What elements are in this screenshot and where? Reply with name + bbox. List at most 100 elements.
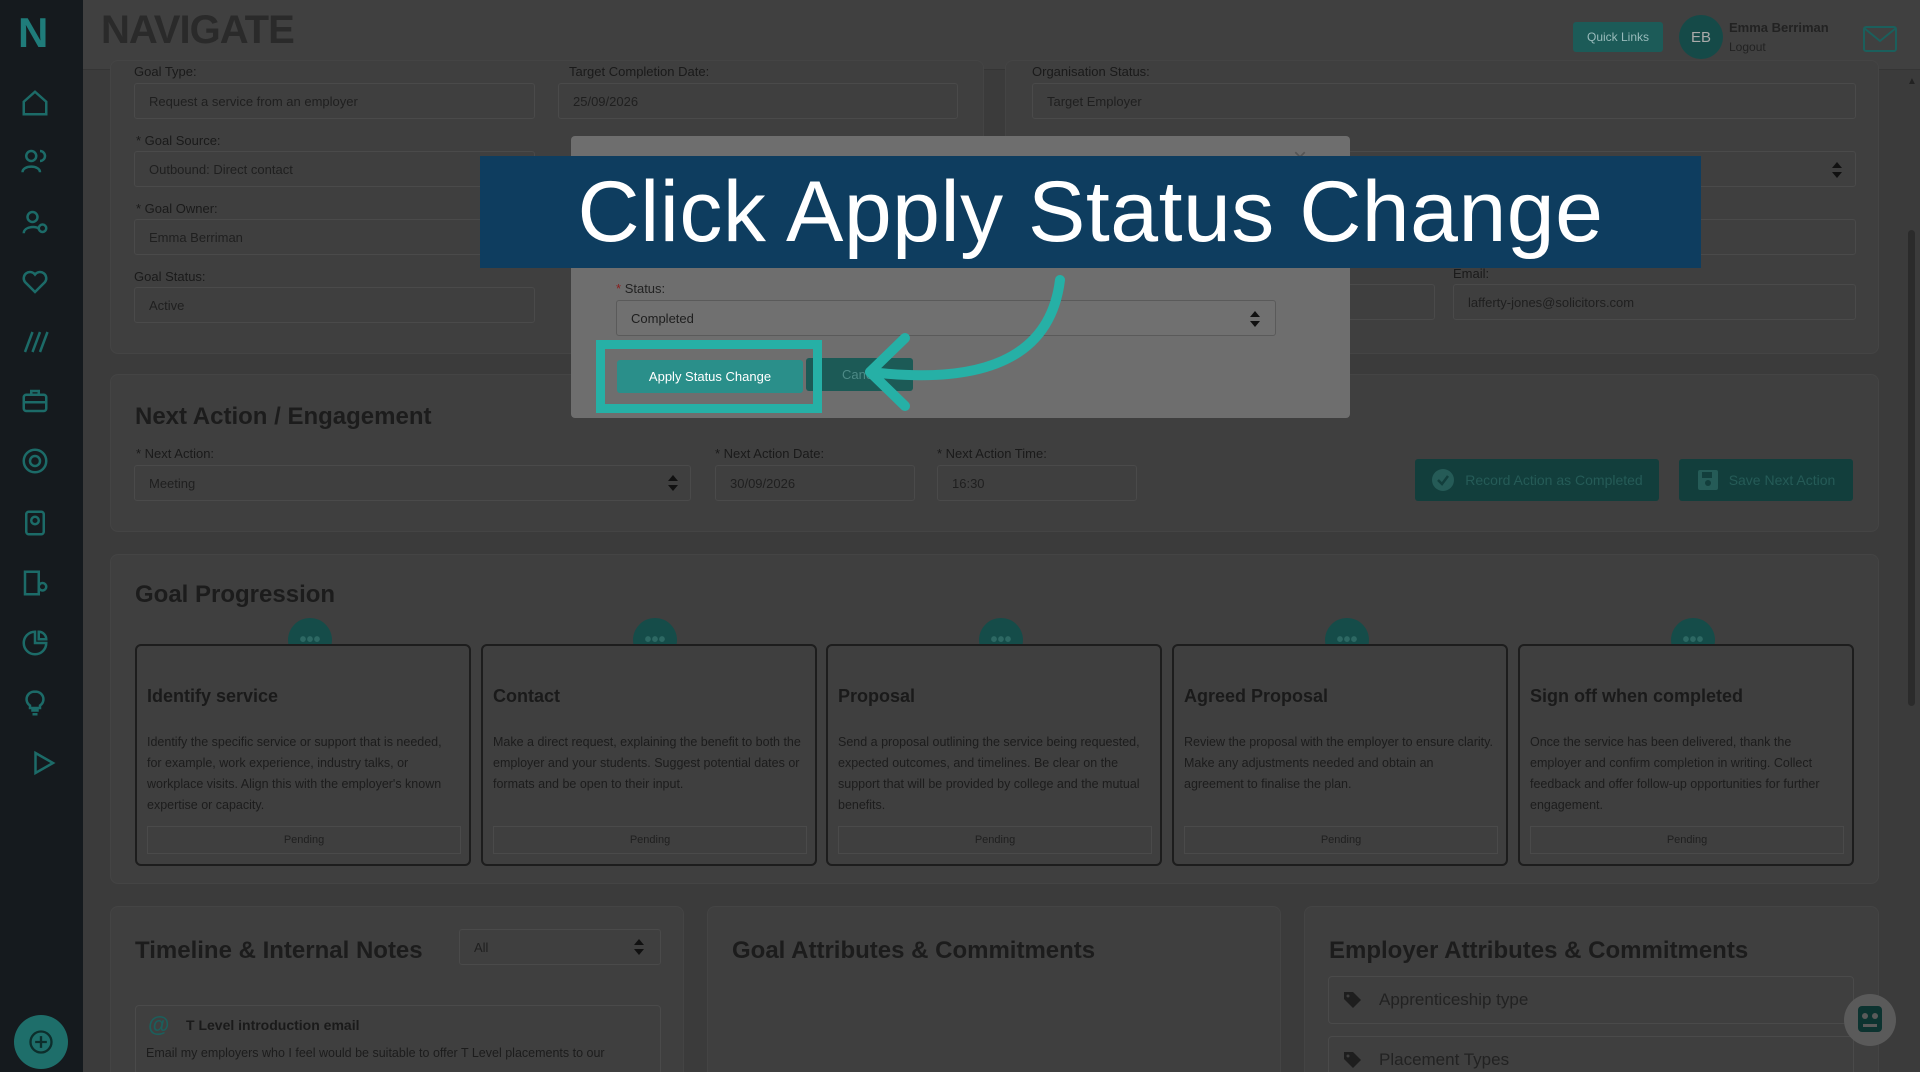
add-circle-button[interactable] (14, 1015, 68, 1069)
user-search-icon[interactable] (18, 205, 52, 239)
select-arrows-icon (634, 939, 644, 955)
tags-icon (1344, 992, 1361, 1008)
employer-attributes-title: Employer Attributes & Commitments (1329, 937, 1749, 964)
timeline-title: Timeline & Internal Notes (135, 937, 423, 964)
logout-link[interactable]: Logout (1729, 40, 1766, 54)
timeline-note[interactable]: @ T Level introduction email Email my em… (135, 1005, 661, 1072)
email-label: Email: (1453, 266, 1490, 281)
goal-type-field[interactable]: Request a service from an employer (134, 83, 535, 119)
select-arrows-icon (1250, 311, 1260, 327)
next-action-date-field[interactable]: 30/09/2026 (715, 465, 915, 501)
step-card: Proposal Send a proposal outlining the s… (826, 644, 1162, 866)
brand-logo[interactable]: NAVIGATE (101, 8, 295, 53)
goal-source-field[interactable]: Outbound: Direct contact (134, 151, 535, 187)
attribute-label: Placement Types (1379, 1050, 1510, 1069)
attribute-row[interactable]: Apprenticeship type (1328, 976, 1854, 1024)
next-action-title: Next Action / Engagement (135, 403, 432, 430)
step-card: Contact Make a direct request, explainin… (481, 644, 817, 866)
record-action-completed-button[interactable]: Record Action as Completed (1415, 459, 1659, 501)
step-description: Once the service has been delivered, tha… (1530, 735, 1820, 812)
step-title: Contact (493, 686, 560, 706)
tutorial-callout: Click Apply Status Change (480, 156, 1701, 268)
org-status-field[interactable]: Target Employer (1032, 83, 1856, 119)
goal-status-field[interactable]: Active (134, 287, 535, 323)
contact-card-icon[interactable] (18, 506, 52, 540)
step-status[interactable]: Pending (1530, 826, 1844, 854)
step-description: Send a proposal outlining the service be… (838, 735, 1140, 812)
save-next-action-button[interactable]: Save Next Action (1679, 459, 1853, 501)
step-title: Agreed Proposal (1184, 686, 1329, 706)
goal-status-label: Goal Status: (134, 269, 206, 284)
step-description: Identify the specific service or support… (147, 735, 442, 812)
slashes-icon[interactable] (18, 325, 52, 359)
target-date-field[interactable]: 25/09/2026 (558, 83, 958, 119)
step-card: Sign off when completed Once the service… (1518, 644, 1854, 866)
avatar[interactable]: EB (1679, 15, 1723, 59)
goal-attributes-card: Goal Attributes & Commitments (707, 906, 1281, 1072)
step-card: Agreed Proposal Review the proposal with… (1172, 644, 1508, 866)
goal-owner-label: * Goal Owner: (136, 201, 218, 216)
users-icon[interactable] (18, 144, 52, 178)
attribute-row[interactable]: Placement Types (1328, 1036, 1854, 1072)
status-label-text: Status: (624, 281, 666, 296)
timeline-card: Timeline & Internal Notes All @ T Level … (110, 906, 684, 1072)
scroll-up-arrow[interactable]: ▲ (1907, 76, 1917, 87)
save-icon (1697, 470, 1718, 490)
app-logo[interactable]: N (18, 12, 60, 54)
lightbulb-icon[interactable] (18, 686, 52, 720)
page-scrollbar[interactable] (1908, 230, 1915, 706)
goal-owner-field[interactable]: Emma Berriman (134, 219, 535, 255)
step-description: Review the proposal with the employer to… (1184, 735, 1493, 791)
step-description: Make a direct request, explaining the be… (493, 735, 801, 791)
tags-icon (1344, 1052, 1361, 1068)
step-status[interactable]: Pending (147, 826, 461, 854)
next-action-time-label: * Next Action Time: (937, 446, 1047, 461)
quick-links-button[interactable]: Quick Links (1573, 22, 1663, 52)
building-user-icon[interactable] (18, 566, 52, 600)
goal-source-label: * Goal Source: (136, 133, 221, 148)
save-next-action-label: Save Next Action (1728, 472, 1836, 488)
goal-type-label: Goal Type: (134, 64, 197, 79)
next-action-date-label: * Next Action Date: (715, 446, 825, 461)
email-field[interactable]: lafferty-jones@solicitors.com (1453, 284, 1856, 320)
at-sign-icon: @ (148, 1012, 170, 1037)
user-name: Emma Berriman (1729, 20, 1829, 35)
select-arrows-icon (1832, 162, 1842, 178)
mail-icon[interactable] (1863, 26, 1897, 52)
home-icon[interactable] (18, 86, 52, 120)
play-icon[interactable] (26, 746, 60, 780)
target-icon[interactable] (18, 444, 52, 478)
pie-chart-icon[interactable] (18, 626, 52, 660)
step-status[interactable]: Pending (1184, 826, 1498, 854)
select-arrows-icon (668, 475, 678, 491)
heart-icon[interactable] (18, 265, 52, 299)
apply-status-change-button[interactable]: Apply Status Change (617, 360, 803, 393)
org-status-label: Organisation Status: (1032, 64, 1150, 79)
step-status[interactable]: Pending (838, 826, 1152, 854)
step-title: Identify service (147, 686, 279, 706)
timeline-filter-select[interactable]: All (459, 929, 661, 965)
goal-progression-title: Goal Progression (135, 581, 336, 608)
chat-robot-icon (1858, 1006, 1882, 1032)
next-action-select[interactable]: Meeting (134, 465, 691, 501)
step-card: Identify service Identify the specific s… (135, 644, 471, 866)
attribute-label: Apprenticeship type (1379, 990, 1529, 1009)
check-circle-icon (1432, 469, 1455, 491)
next-action-label: * Next Action: (136, 446, 215, 461)
plus-circle-icon (29, 1030, 53, 1054)
record-action-label: Record Action as Completed (1465, 472, 1643, 488)
pointer-arrow-icon (865, 275, 1065, 411)
target-date-label: Target Completion Date: (569, 64, 710, 79)
required-marker: * (616, 281, 622, 296)
next-action-time-field[interactable]: 16:30 (937, 465, 1137, 501)
status-label: * Status: (616, 281, 665, 296)
step-title: Proposal (838, 686, 916, 706)
step-status[interactable]: Pending (493, 826, 807, 854)
note-text: Email my employers who I feel would be s… (146, 1046, 605, 1060)
help-chat-button[interactable] (1844, 994, 1896, 1046)
briefcase-icon[interactable] (18, 384, 52, 418)
note-title: T Level introduction email (186, 1017, 360, 1033)
step-title: Sign off when completed (1530, 686, 1744, 706)
goal-attributes-title: Goal Attributes & Commitments (732, 937, 1096, 964)
sidebar: N (0, 0, 83, 1072)
